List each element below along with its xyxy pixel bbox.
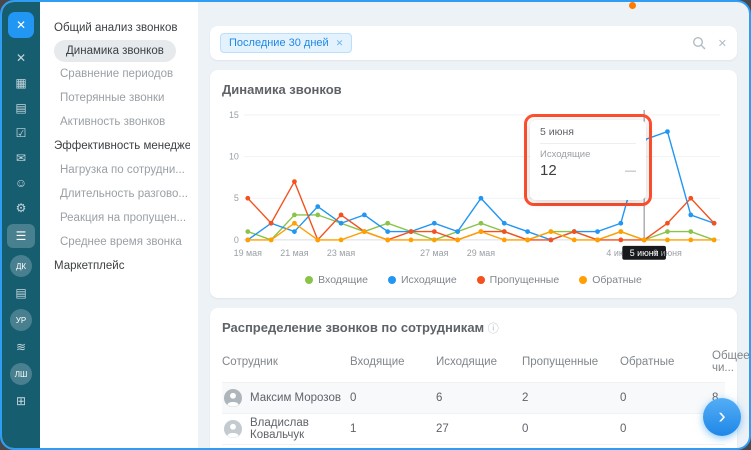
filter-tag-label: Последние 30 дней (229, 37, 329, 49)
icon-rail: ✕ ✕ ▦ ▤ ☑ ✉ ☺ ⚙ ☰ ДК ▤ УР ≋ ЛШ ⊞ (2, 2, 40, 448)
tooltip-date: 5 июня (540, 126, 636, 138)
legend-label: Исходящие (401, 274, 457, 286)
cell-missed: 0 (522, 423, 620, 435)
sidebar-item-avg-call-time[interactable]: Среднее время звонка (48, 230, 190, 254)
cell-incoming: 1 (350, 423, 436, 435)
sidebar-item-call-duration[interactable]: Длительность разгово... (48, 182, 190, 206)
legend-callback[interactable]: Обратные (579, 274, 642, 286)
legend-label: Входящие (318, 274, 368, 286)
sidebar-item-call-dynamics[interactable]: Динамика звонков (54, 40, 176, 62)
table-row[interactable]: Максим Морозов 0 6 2 0 8 (222, 383, 725, 414)
employee-name: Максим Морозов (250, 392, 341, 404)
app-window: ✕ ✕ ▦ ▤ ☑ ✉ ☺ ⚙ ☰ ДК ▤ УР ≋ ЛШ ⊞ Общий а… (0, 0, 751, 450)
tooltip-value: 12 (540, 162, 557, 179)
svg-text:15: 15 (229, 110, 239, 120)
messages-icon[interactable]: ✉ (8, 149, 34, 167)
sidebar-item-overall-analysis[interactable]: Общий анализ звонков (48, 16, 190, 40)
tooltip-series-label: Исходящие (540, 149, 636, 160)
avatar-lsh[interactable]: ЛШ (10, 363, 32, 385)
user-avatar-icon (224, 420, 242, 438)
files-icon[interactable]: ▤ (8, 284, 34, 302)
sidebar-item-manager-efficiency[interactable]: Эффективность менедже... (48, 134, 190, 158)
sidebar-item-employee-load[interactable]: Нагрузка по сотрудни... (48, 158, 190, 182)
documents-icon[interactable]: ▤ (8, 99, 34, 117)
col-missed[interactable]: Пропущенные (522, 356, 620, 368)
cell-missed: 2 (522, 392, 620, 404)
table-header: Сотрудник Входящие Исходящие Пропущенные… (222, 342, 725, 383)
col-total[interactable]: Общее чи... (712, 350, 749, 374)
legend-missed[interactable]: Пропущенные (477, 274, 560, 286)
avatar-dk[interactable]: ДК (10, 255, 32, 277)
cell-incoming: 0 (350, 392, 436, 404)
filter-bar: Последние 30 дней ✕ ✕ (210, 26, 737, 60)
svg-text:10: 10 (229, 152, 239, 162)
notification-dot (629, 2, 636, 9)
col-outgoing[interactable]: Исходящие (436, 356, 522, 368)
screen: ✕ ✕ ▦ ▤ ☑ ✉ ☺ ⚙ ☰ ДК ▤ УР ≋ ЛШ ⊞ Общий а… (0, 0, 751, 450)
col-callback[interactable]: Обратные (620, 356, 712, 368)
legend-label: Пропущенные (490, 274, 560, 286)
sidebar-item-period-comparison[interactable]: Сравнение периодов (48, 62, 190, 86)
contacts-icon[interactable]: ☺ (8, 174, 34, 192)
chart-legend: Входящие Исходящие Пропущенные Обратные (222, 274, 725, 286)
sidebar-item-call-activity[interactable]: Активность звонков (48, 110, 190, 134)
tooltip-highlight-box: 5 июня Исходящие 12 — (524, 114, 652, 206)
filter-tag[interactable]: Последние 30 дней ✕ (220, 33, 352, 53)
tasks-icon[interactable]: ☑ (8, 124, 34, 142)
table-row[interactable]: Владислав Ковальчук 1 27 0 0 28 (222, 414, 725, 445)
legend-dot-missed (477, 276, 485, 284)
dismiss-icon[interactable]: ✕ (8, 49, 34, 67)
legend-incoming[interactable]: Входящие (305, 274, 368, 286)
employee-name: Владислав Ковальчук (250, 417, 350, 441)
calendar-icon[interactable]: ▦ (8, 74, 34, 92)
chart-tooltip: 5 июня Исходящие 12 — (530, 120, 646, 200)
cell-callback: 0 (620, 392, 712, 404)
sidebar: Общий анализ звонков Динамика звонков Ср… (40, 2, 198, 448)
legend-dot-callback (579, 276, 587, 284)
info-icon[interactable]: ⓘ (488, 323, 499, 335)
integrations-icon[interactable]: ≋ (8, 338, 34, 356)
table-title: Распределение звонков по сотрудникам ⓘ (222, 320, 725, 336)
legend-dot-incoming (305, 276, 313, 284)
analytics-icon[interactable]: ☰ (7, 224, 35, 248)
user-avatar-icon (224, 389, 242, 407)
apps-icon[interactable]: ⊞ (8, 392, 34, 410)
sidebar-item-missed-reaction[interactable]: Реакция на пропущен... (48, 206, 190, 230)
sidebar-item-marketplace[interactable]: Маркетплейс (48, 254, 190, 278)
cell-callback: 0 (620, 423, 712, 435)
table-title-text: Распределение звонков по сотрудникам (222, 320, 484, 335)
main-content: Последние 30 дней ✕ ✕ Динамика звонков 0… (198, 2, 749, 448)
close-button[interactable]: ✕ (8, 12, 34, 38)
tooltip-secondary-value: — (625, 165, 636, 177)
employee-distribution-card: Распределение звонков по сотрудникам ⓘ С… (210, 308, 737, 448)
svg-text:19 мая: 19 мая (234, 248, 262, 258)
clear-filter-icon[interactable]: ✕ (718, 37, 727, 50)
cell-outgoing: 27 (436, 423, 522, 435)
svg-text:23 мая: 23 мая (327, 248, 355, 258)
legend-label: Обратные (592, 274, 642, 286)
legend-dot-outgoing (388, 276, 396, 284)
svg-text:0: 0 (234, 235, 239, 245)
svg-text:29 мая: 29 мая (467, 248, 495, 258)
svg-text:6 июня: 6 июня (653, 248, 682, 258)
call-dynamics-card: Динамика звонков 0 5 10 15 19 мая 21 мая 23 ма… (210, 70, 737, 298)
svg-text:21 мая: 21 мая (280, 248, 308, 258)
svg-text:27 мая: 27 мая (420, 248, 448, 258)
settings-icon[interactable]: ⚙ (8, 199, 34, 217)
col-employee[interactable]: Сотрудник (222, 356, 350, 368)
legend-outgoing[interactable]: Исходящие (388, 274, 457, 286)
search-icon[interactable] (692, 36, 706, 50)
chart-title: Динамика звонков (222, 82, 725, 97)
cell-outgoing: 6 (436, 392, 522, 404)
sidebar-item-lost-calls[interactable]: Потерянные звонки (48, 86, 190, 110)
filter-tag-close-icon[interactable]: ✕ (336, 38, 344, 49)
svg-text:5: 5 (234, 193, 239, 203)
avatar-ur[interactable]: УР (10, 309, 32, 331)
col-incoming[interactable]: Входящие (350, 356, 436, 368)
next-page-button[interactable]: › (703, 398, 741, 436)
